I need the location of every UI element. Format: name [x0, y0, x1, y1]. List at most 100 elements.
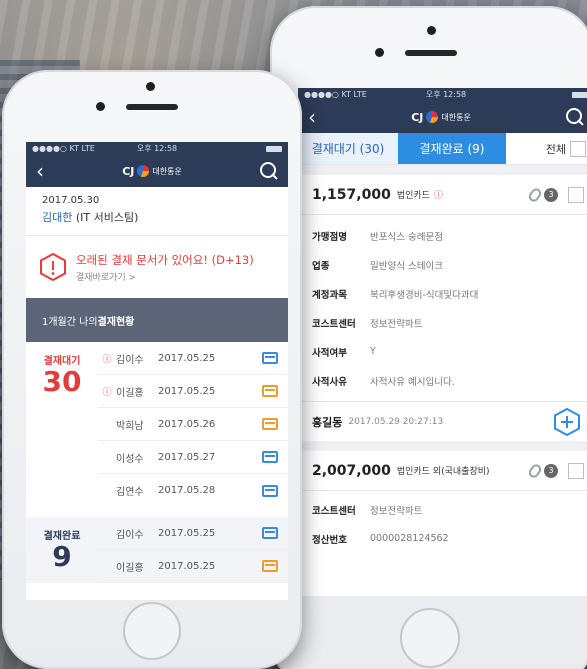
top-navbar: ‹ CJ 대한통운	[26, 155, 288, 187]
list-item[interactable]: 이길홍 2017.05.25	[98, 550, 288, 583]
completed-summary[interactable]: 결재완료 9	[26, 517, 98, 583]
card-footer: 홍길동 2017.05.29 20:27:13	[298, 401, 587, 441]
field-row: 코스트센터 정보전략파트	[298, 495, 587, 524]
field-row: 업종 일반양식 스테이크	[298, 250, 587, 279]
section-prefix: 1개월간 나의	[42, 316, 98, 328]
tab-completed[interactable]: 결재완료 (9)	[398, 133, 506, 164]
home-button[interactable]	[400, 608, 460, 668]
list-item[interactable]: ⓘ 이길홍 2017.05.25	[98, 375, 288, 408]
go-to-approval-link[interactable]: 결재바로가기 >	[76, 270, 254, 283]
attachment-indicator[interactable]: 3	[526, 461, 584, 480]
tab-pending[interactable]: 결재대기 (30)	[298, 133, 398, 164]
amount-text: 1,157,000	[312, 186, 391, 203]
logo-cj-text: CJ	[411, 110, 424, 124]
field-key: 가맹점명	[312, 231, 347, 243]
document-icon	[262, 451, 278, 463]
document-icon	[262, 560, 278, 572]
overdue-alert[interactable]: 오래된 결재 문서가 있어요! (D+13) 결재바로가기 >	[26, 236, 288, 298]
clock-text: 오후 12:58	[136, 144, 178, 153]
select-all-checkbox[interactable]	[570, 140, 586, 157]
expense-card[interactable]: 1,157,000 법인카드 ⓘ 3 가맹점명 반포식스 숭례문점 업종 일반양식 …	[298, 175, 587, 441]
requester-name: 이길홍	[116, 387, 144, 399]
home-button[interactable]	[123, 602, 181, 660]
field-row: 사적여부 Y	[298, 337, 587, 366]
user-info: 2017.05.30 김대한 (IT 서비스팀)	[26, 187, 288, 236]
field-key: 업종	[312, 260, 330, 272]
left-phone: ●●●●○ KT LTE 오후 12:58 ‹ CJ 대한통운 2017.05.…	[2, 70, 302, 669]
requester-name: 이길홍	[116, 562, 144, 574]
select-all-toggle[interactable]: 전체	[546, 133, 587, 164]
warning-hex-icon	[40, 253, 66, 281]
document-icon	[262, 527, 278, 539]
card-type-text: 법인카드	[396, 191, 430, 201]
approver-name: 홍길동	[312, 415, 343, 429]
field-value: 일반양식 스테이크	[370, 260, 443, 272]
card-header: 1,157,000 법인카드 ⓘ 3	[298, 175, 587, 215]
field-key: 정산번호	[312, 534, 347, 546]
add-hex-icon[interactable]	[554, 407, 580, 436]
card-checkbox[interactable]	[568, 186, 584, 203]
list-item[interactable]: ⓘ 김이수 2017.05.25	[98, 342, 288, 375]
clock-text: 오후 12:58	[425, 90, 467, 99]
card-fields: 코스트센터 정보전략파트 정산번호 0000028124562	[298, 491, 587, 553]
request-date: 2017.05.26	[158, 418, 216, 430]
spacer	[298, 165, 587, 175]
document-icon	[262, 352, 278, 364]
requester-name: 김이수	[116, 354, 144, 366]
field-value: 정보전략파트	[370, 505, 423, 517]
requester-name: 김이수	[116, 529, 144, 541]
logo-cj-text: CJ	[122, 164, 135, 178]
cj-logo: CJ 대한통운	[122, 165, 182, 178]
user-dept: (IT 서비스팀)	[75, 211, 139, 224]
field-value: 사적사유 예시입니다.	[370, 376, 455, 388]
back-chevron-icon[interactable]: ‹	[36, 161, 44, 181]
logo-dot-icon	[137, 165, 150, 177]
search-icon[interactable]	[566, 108, 584, 126]
pending-group: 결재대기 30 ⓘ 김이수 2017.05.25 ⓘ 이길홍 2017.05.25 박희…	[26, 342, 288, 507]
logo-company-text: 대한통운	[152, 166, 182, 176]
left-screen: ●●●●○ KT LTE 오후 12:58 ‹ CJ 대한통운 2017.05.…	[26, 142, 288, 600]
request-date: 2017.05.25	[158, 385, 216, 397]
field-value: 반포식스 숭례문점	[370, 231, 443, 243]
expense-card[interactable]: 2,007,000 법인카드 외(국내출장비) 3 코스트센터 정보전략파트 정산…	[298, 451, 587, 553]
list-item[interactable]: 이성수 2017.05.27	[98, 441, 288, 474]
right-phone: ●●●●○ KT LTE 오후 12:58 ‹ CJ 대한통운 결재대기 (30…	[270, 6, 587, 669]
request-date: 2017.05.25	[158, 527, 216, 539]
field-row: 정산번호 0000028124562	[298, 524, 587, 553]
document-icon	[262, 385, 278, 397]
pending-list: ⓘ 김이수 2017.05.25 ⓘ 이길홍 2017.05.25 박희남 2017.05…	[98, 342, 288, 507]
user-name-line: 김대한 (IT 서비스팀)	[42, 209, 272, 225]
approval-tabs: 결재대기 (30) 결재완료 (9) 전체	[298, 133, 587, 165]
field-value: Y	[370, 346, 376, 357]
speaker-grille	[126, 104, 178, 110]
completed-group: 결재완료 9 김이수 2017.05.25 이길홍 2017.05.25	[26, 517, 288, 583]
card-type-text: 법인카드 외(국내출장비)	[396, 467, 490, 477]
field-key: 코스트센터	[312, 505, 356, 517]
section-bold: 결재현황	[97, 316, 135, 328]
card-checkbox[interactable]	[568, 462, 584, 479]
approval-timestamp: 2017.05.29 20:27:13	[348, 416, 444, 427]
top-navbar: ‹ CJ 대한통운	[298, 101, 587, 133]
requester-name: 박희남	[116, 420, 144, 432]
urgent-mark-icon: ⓘ	[102, 354, 112, 365]
requester-name: 김연수	[116, 487, 144, 498]
warning-icon: ⓘ	[433, 191, 443, 201]
list-item[interactable]: 김이수 2017.05.25	[98, 517, 288, 550]
search-icon[interactable]	[260, 162, 278, 180]
alert-text: 오래된 결재 문서가 있어요! (D+13) 결재바로가기 >	[76, 252, 254, 283]
attachment-count-badge: 3	[544, 463, 558, 478]
field-value: 복리후생경비-식대및다과대	[370, 289, 479, 301]
list-item[interactable]: 김연수 2017.05.28	[98, 474, 288, 507]
completed-count: 9	[52, 540, 72, 573]
field-value: 0000028124562	[370, 533, 449, 544]
field-key: 사적사유	[312, 376, 347, 388]
request-date: 2017.05.25	[158, 560, 216, 572]
spacer	[26, 507, 288, 517]
pending-summary[interactable]: 결재대기 30	[26, 342, 98, 507]
spacer	[298, 441, 587, 451]
card-fields: 가맹점명 반포식스 숭례문점 업종 일반양식 스테이크 계정과목 복리후생경비-식대및…	[298, 215, 587, 401]
attachment-count-badge: 3	[544, 187, 558, 202]
back-chevron-icon[interactable]: ‹	[308, 107, 316, 127]
list-item[interactable]: 박희남 2017.05.26	[98, 408, 288, 441]
attachment-indicator[interactable]: 3	[526, 185, 584, 204]
